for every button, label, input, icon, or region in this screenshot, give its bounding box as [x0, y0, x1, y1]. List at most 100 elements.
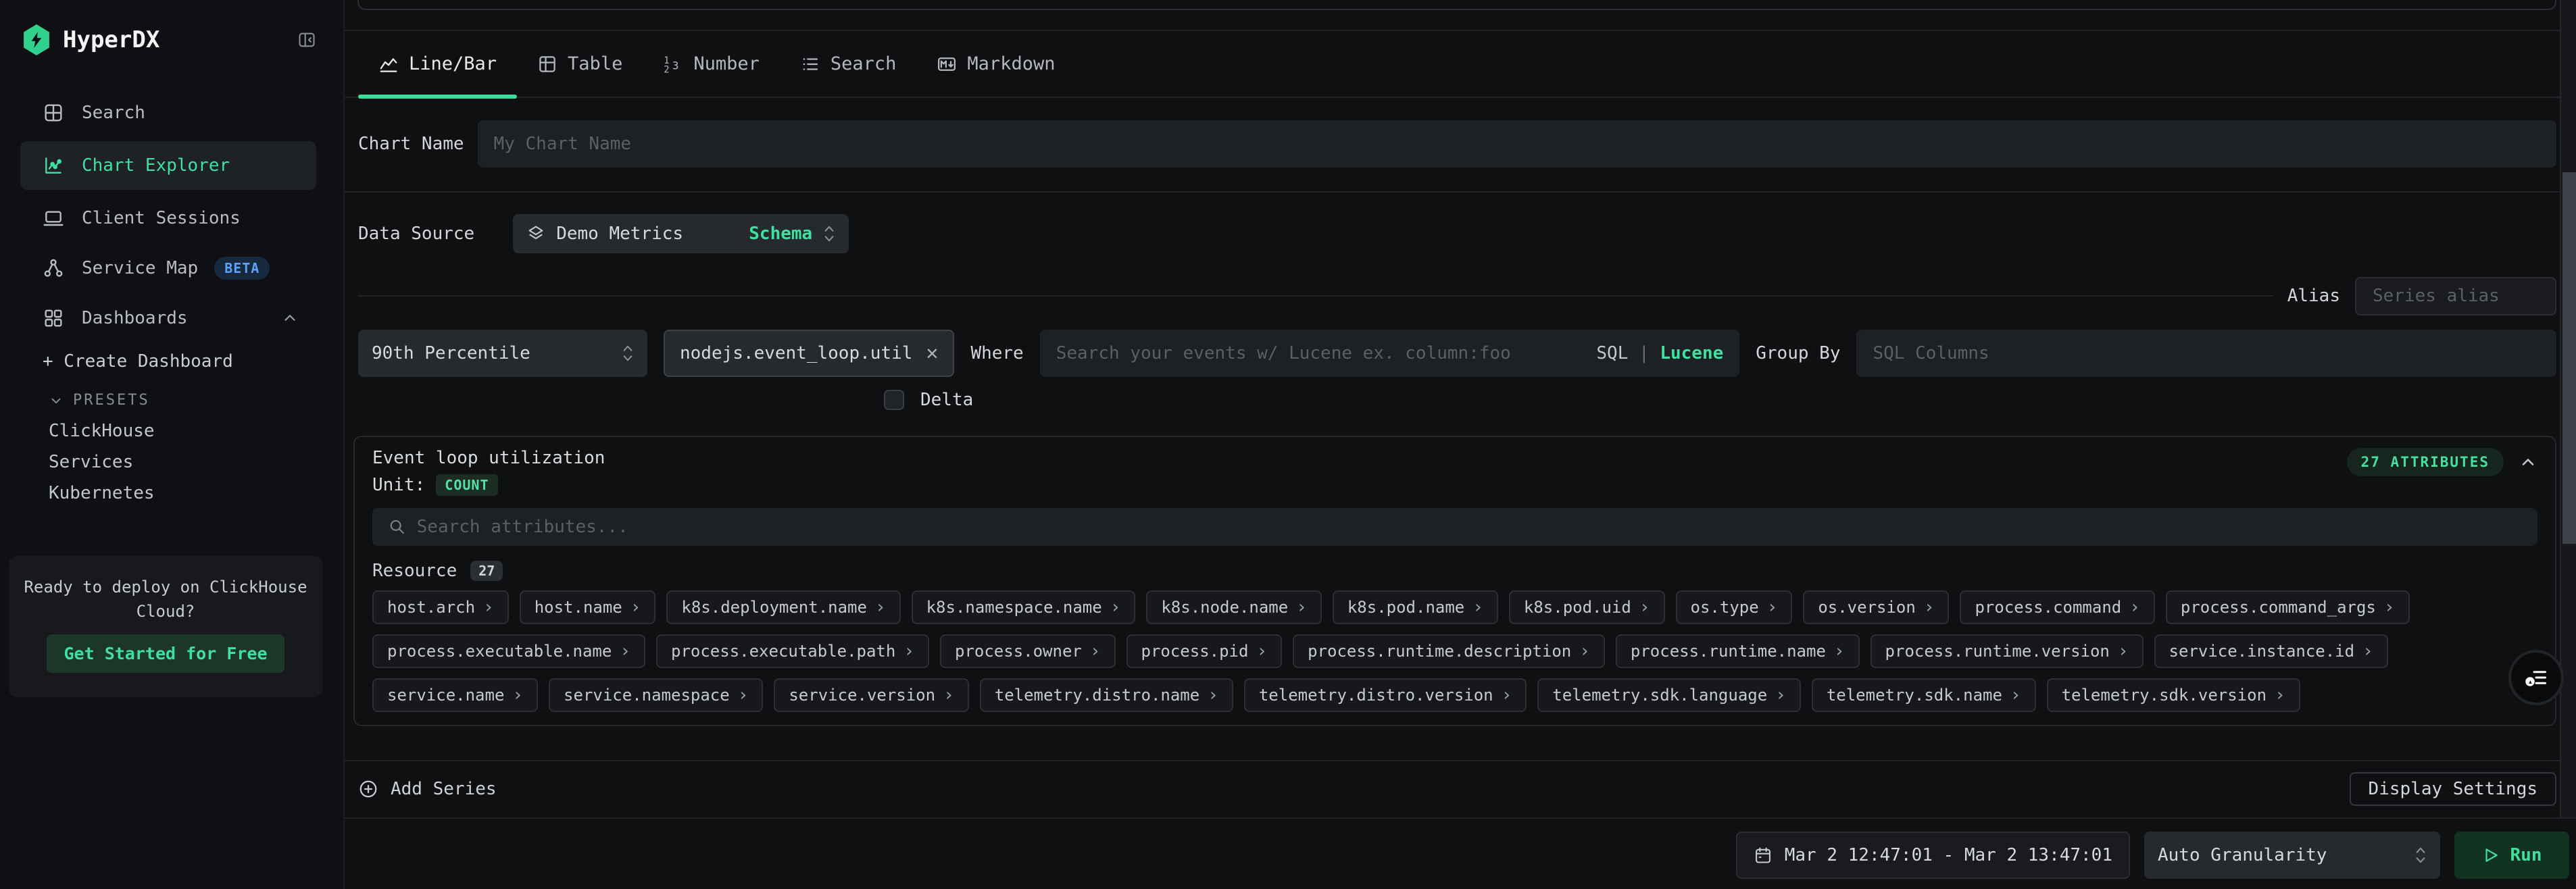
attribute-chip-label: telemetry.distro.version: [1259, 686, 1493, 705]
tab-line-bar[interactable]: Line/Bar: [358, 30, 517, 97]
query-language-toggle[interactable]: SQL | Lucene: [1596, 343, 1723, 363]
chevron-right-icon: ›: [1767, 597, 1778, 617]
attribute-chip-label: service.name: [387, 686, 504, 705]
attribute-chip[interactable]: os.type›: [1676, 590, 1793, 624]
metric-attributes-panel: Event loop utilization Unit: COUNT 27 AT…: [353, 436, 2556, 726]
attributes-count-badge: 27 ATTRIBUTES: [2347, 448, 2504, 476]
group-by-label: Group By: [1756, 343, 1840, 363]
tab-markdown[interactable]: Markdown: [916, 30, 1075, 97]
attribute-chip[interactable]: service.instance.id›: [2154, 634, 2388, 668]
where-search-input[interactable]: [1056, 343, 1586, 363]
attribute-chip-label: process.owner: [955, 642, 1082, 661]
attribute-chip[interactable]: k8s.deployment.name›: [666, 590, 900, 624]
attribute-chip[interactable]: host.name ›: [520, 590, 656, 624]
search-attributes-input[interactable]: [417, 517, 2521, 537]
preset-services[interactable]: Services: [0, 447, 343, 478]
calendar-icon: [1754, 846, 1773, 865]
chevron-right-icon: ›: [1834, 641, 1845, 661]
attribute-chip[interactable]: telemetry.distro.version›: [1244, 678, 1527, 712]
number-123-icon: 123: [663, 54, 683, 74]
attribute-chip-label: k8s.node.name: [1161, 598, 1288, 617]
attribute-chip[interactable]: k8s.namespace.name›: [912, 590, 1136, 624]
svg-text:2: 2: [664, 64, 670, 74]
select-chevrons-icon: [2414, 845, 2427, 865]
sidebar-item-search[interactable]: Search: [20, 88, 316, 137]
attribute-chip[interactable]: service.namespace›: [549, 678, 763, 712]
metric-chip[interactable]: nodejs.event_loop.util ✕: [664, 330, 954, 377]
schema-link[interactable]: Schema: [749, 224, 812, 244]
markdown-icon: [937, 54, 957, 74]
run-button[interactable]: Run: [2454, 832, 2569, 879]
chevron-right-icon: ›: [2010, 685, 2021, 705]
presets-toggle[interactable]: PRESETS: [49, 392, 150, 409]
create-dashboard-button[interactable]: + Create Dashboard: [43, 351, 233, 372]
sidebar-item-client-sessions[interactable]: Client Sessions: [20, 194, 316, 243]
attribute-chip-label: process.runtime.description: [1308, 642, 1571, 661]
close-icon[interactable]: ✕: [926, 343, 938, 363]
attribute-chip[interactable]: process.runtime.description›: [1293, 634, 1605, 668]
attribute-chip[interactable]: telemetry.sdk.language›: [1537, 678, 1801, 712]
scrollbar[interactable]: [2560, 0, 2576, 817]
attribute-chip[interactable]: telemetry.sdk.version›: [2047, 678, 2300, 712]
attribute-chip[interactable]: k8s.pod.name›: [1333, 590, 1498, 624]
group-by-input[interactable]: [1873, 343, 2540, 363]
chart-name-input[interactable]: [494, 134, 2540, 154]
data-source-select[interactable]: Demo Metrics Schema: [513, 214, 849, 253]
laptop-icon: [43, 207, 64, 229]
attribute-chip[interactable]: host.arch›: [372, 590, 509, 624]
attribute-chip[interactable]: service.version›: [774, 678, 968, 712]
time-range-value: Mar 2 12:47:01 - Mar 2 13:47:01: [1785, 845, 2112, 865]
search-icon: [389, 518, 406, 536]
sidebar-item-dashboards[interactable]: Dashboards: [20, 294, 316, 342]
collapse-sidebar-icon[interactable]: [297, 30, 316, 49]
feedback-widget-button[interactable]: [2511, 653, 2561, 703]
attribute-chip-label: host.name: [535, 598, 622, 617]
chevron-up-icon[interactable]: [2519, 453, 2537, 472]
attribute-chip[interactable]: process.runtime.name›: [1616, 634, 1860, 668]
chevron-right-icon: ›: [630, 597, 641, 617]
tab-table[interactable]: Table: [517, 30, 643, 97]
attribute-chip[interactable]: k8s.node.name›: [1146, 590, 1322, 624]
line-chart-icon: [378, 54, 399, 74]
alias-label: Alias: [2287, 286, 2340, 306]
series-alias-input[interactable]: [2373, 286, 2539, 306]
attribute-chip[interactable]: service.name ›: [372, 678, 538, 712]
scrollbar-thumb[interactable]: [2562, 172, 2576, 544]
attribute-chip[interactable]: telemetry.distro.name›: [980, 678, 1233, 712]
chevron-right-icon: ›: [2362, 641, 2373, 661]
attribute-chip[interactable]: process.command_args›: [2166, 590, 2410, 624]
chevron-right-icon: ›: [903, 641, 914, 661]
display-settings-button[interactable]: Display Settings: [2350, 772, 2556, 806]
attribute-chip-label: k8s.pod.name: [1347, 598, 1464, 617]
attribute-chip[interactable]: process.runtime.version›: [1871, 634, 2144, 668]
aggregation-select[interactable]: 90th Percentile: [358, 330, 647, 377]
delta-checkbox[interactable]: [884, 390, 904, 410]
tab-number[interactable]: 123 Number: [643, 30, 780, 97]
preset-list: ClickHouse Services Kubernetes: [0, 415, 343, 509]
preset-kubernetes[interactable]: Kubernetes: [0, 478, 343, 509]
attribute-chip[interactable]: telemetry.sdk.name›: [1812, 678, 2036, 712]
chevron-right-icon: ›: [1110, 597, 1121, 617]
attribute-chip[interactable]: process.executable.path ›: [656, 634, 929, 668]
attribute-group-label: Resource: [372, 561, 457, 581]
attribute-chip[interactable]: process.pid›: [1126, 634, 1283, 668]
add-series-button[interactable]: Add Series: [358, 779, 497, 799]
chevron-right-icon: ›: [512, 685, 523, 705]
sidebar-item-chart-explorer[interactable]: Chart Explorer: [20, 141, 316, 190]
attribute-chip[interactable]: k8s.pod.uid›: [1509, 590, 1665, 624]
sidebar-item-service-map[interactable]: Service Map BETA: [20, 244, 316, 293]
time-range-picker[interactable]: Mar 2 12:47:01 - Mar 2 13:47:01: [1736, 832, 2130, 879]
select-chevrons-icon: [823, 224, 835, 244]
attribute-chip[interactable]: process.executable.name›: [372, 634, 645, 668]
attribute-chip[interactable]: process.owner›: [940, 634, 1116, 668]
attribute-chip-label: service.version: [789, 686, 935, 705]
granularity-select[interactable]: Auto Granularity: [2144, 832, 2440, 879]
attribute-chip-label: process.executable.path: [671, 642, 895, 661]
tab-search[interactable]: Search: [780, 30, 917, 97]
attribute-chip[interactable]: os.version›: [1803, 590, 1949, 624]
chevron-right-icon: ›: [483, 597, 494, 617]
layers-icon: [526, 224, 545, 243]
get-started-button[interactable]: Get Started for Free: [47, 634, 284, 673]
preset-clickhouse[interactable]: ClickHouse: [0, 415, 343, 447]
attribute-chip[interactable]: process.command›: [1960, 590, 2154, 624]
